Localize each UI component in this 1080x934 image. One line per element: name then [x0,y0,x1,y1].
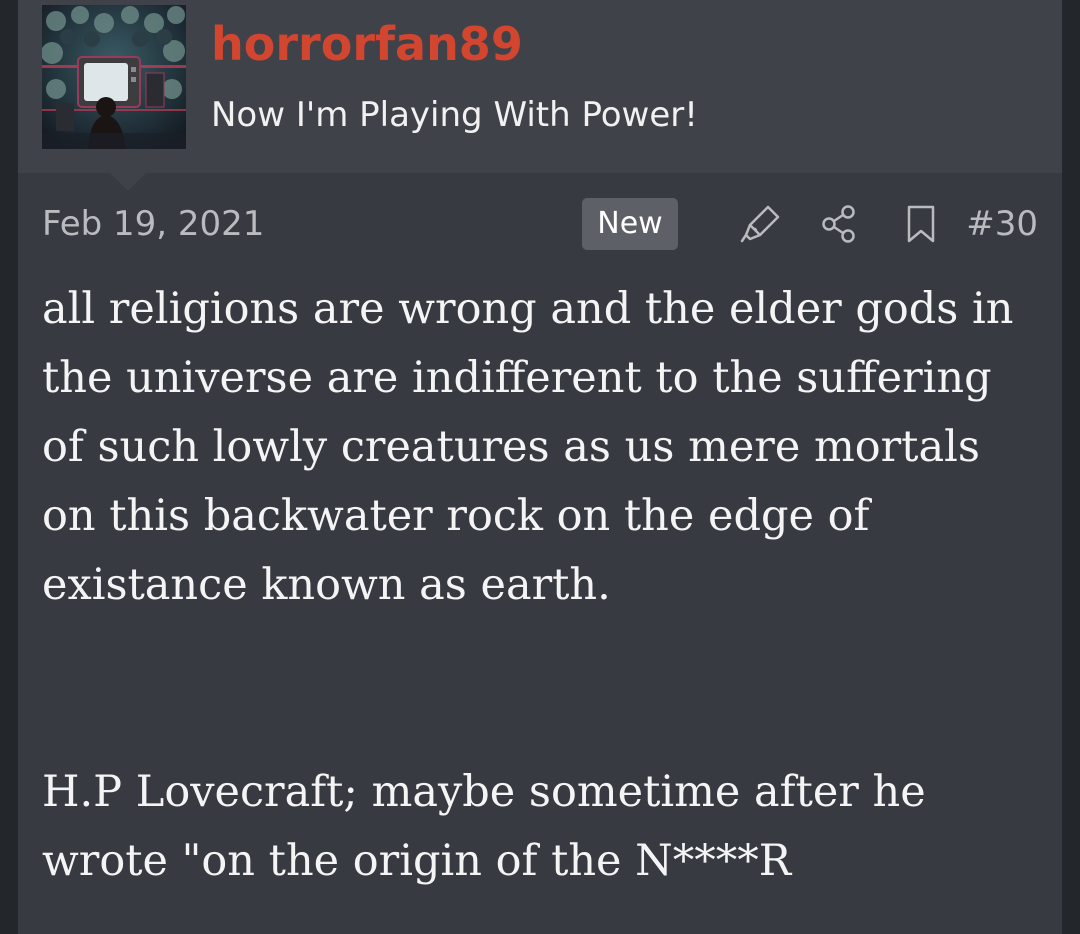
username-link[interactable]: horrorfan89 [211,14,523,74]
post-user-header: horrorfan89 Now I'm Playing With Power! [18,0,1062,173]
bookmark-icon[interactable] [898,201,944,247]
header-pointer [110,173,146,191]
post-number-link[interactable]: #30 [966,201,1038,247]
post-paragraph: all religions are wrong and the elder go… [42,284,1014,610]
post-date[interactable]: Feb 19, 2021 [42,201,264,247]
post-paragraph: H.P Lovecraft; maybe sometime after he w… [42,767,926,886]
post-meta-row: Feb 19, 2021 New #30 [42,196,1038,252]
share-icon[interactable] [816,201,862,247]
highlighter-icon[interactable] [738,201,784,247]
post-body: all religions are wrong and the elder go… [42,275,1042,896]
user-title: Now I'm Playing With Power! [211,95,698,135]
user-avatar[interactable] [42,5,186,149]
new-badge: New [582,198,678,250]
avatar-image [42,5,186,149]
forum-post: horrorfan89 Now I'm Playing With Power! … [18,0,1062,934]
